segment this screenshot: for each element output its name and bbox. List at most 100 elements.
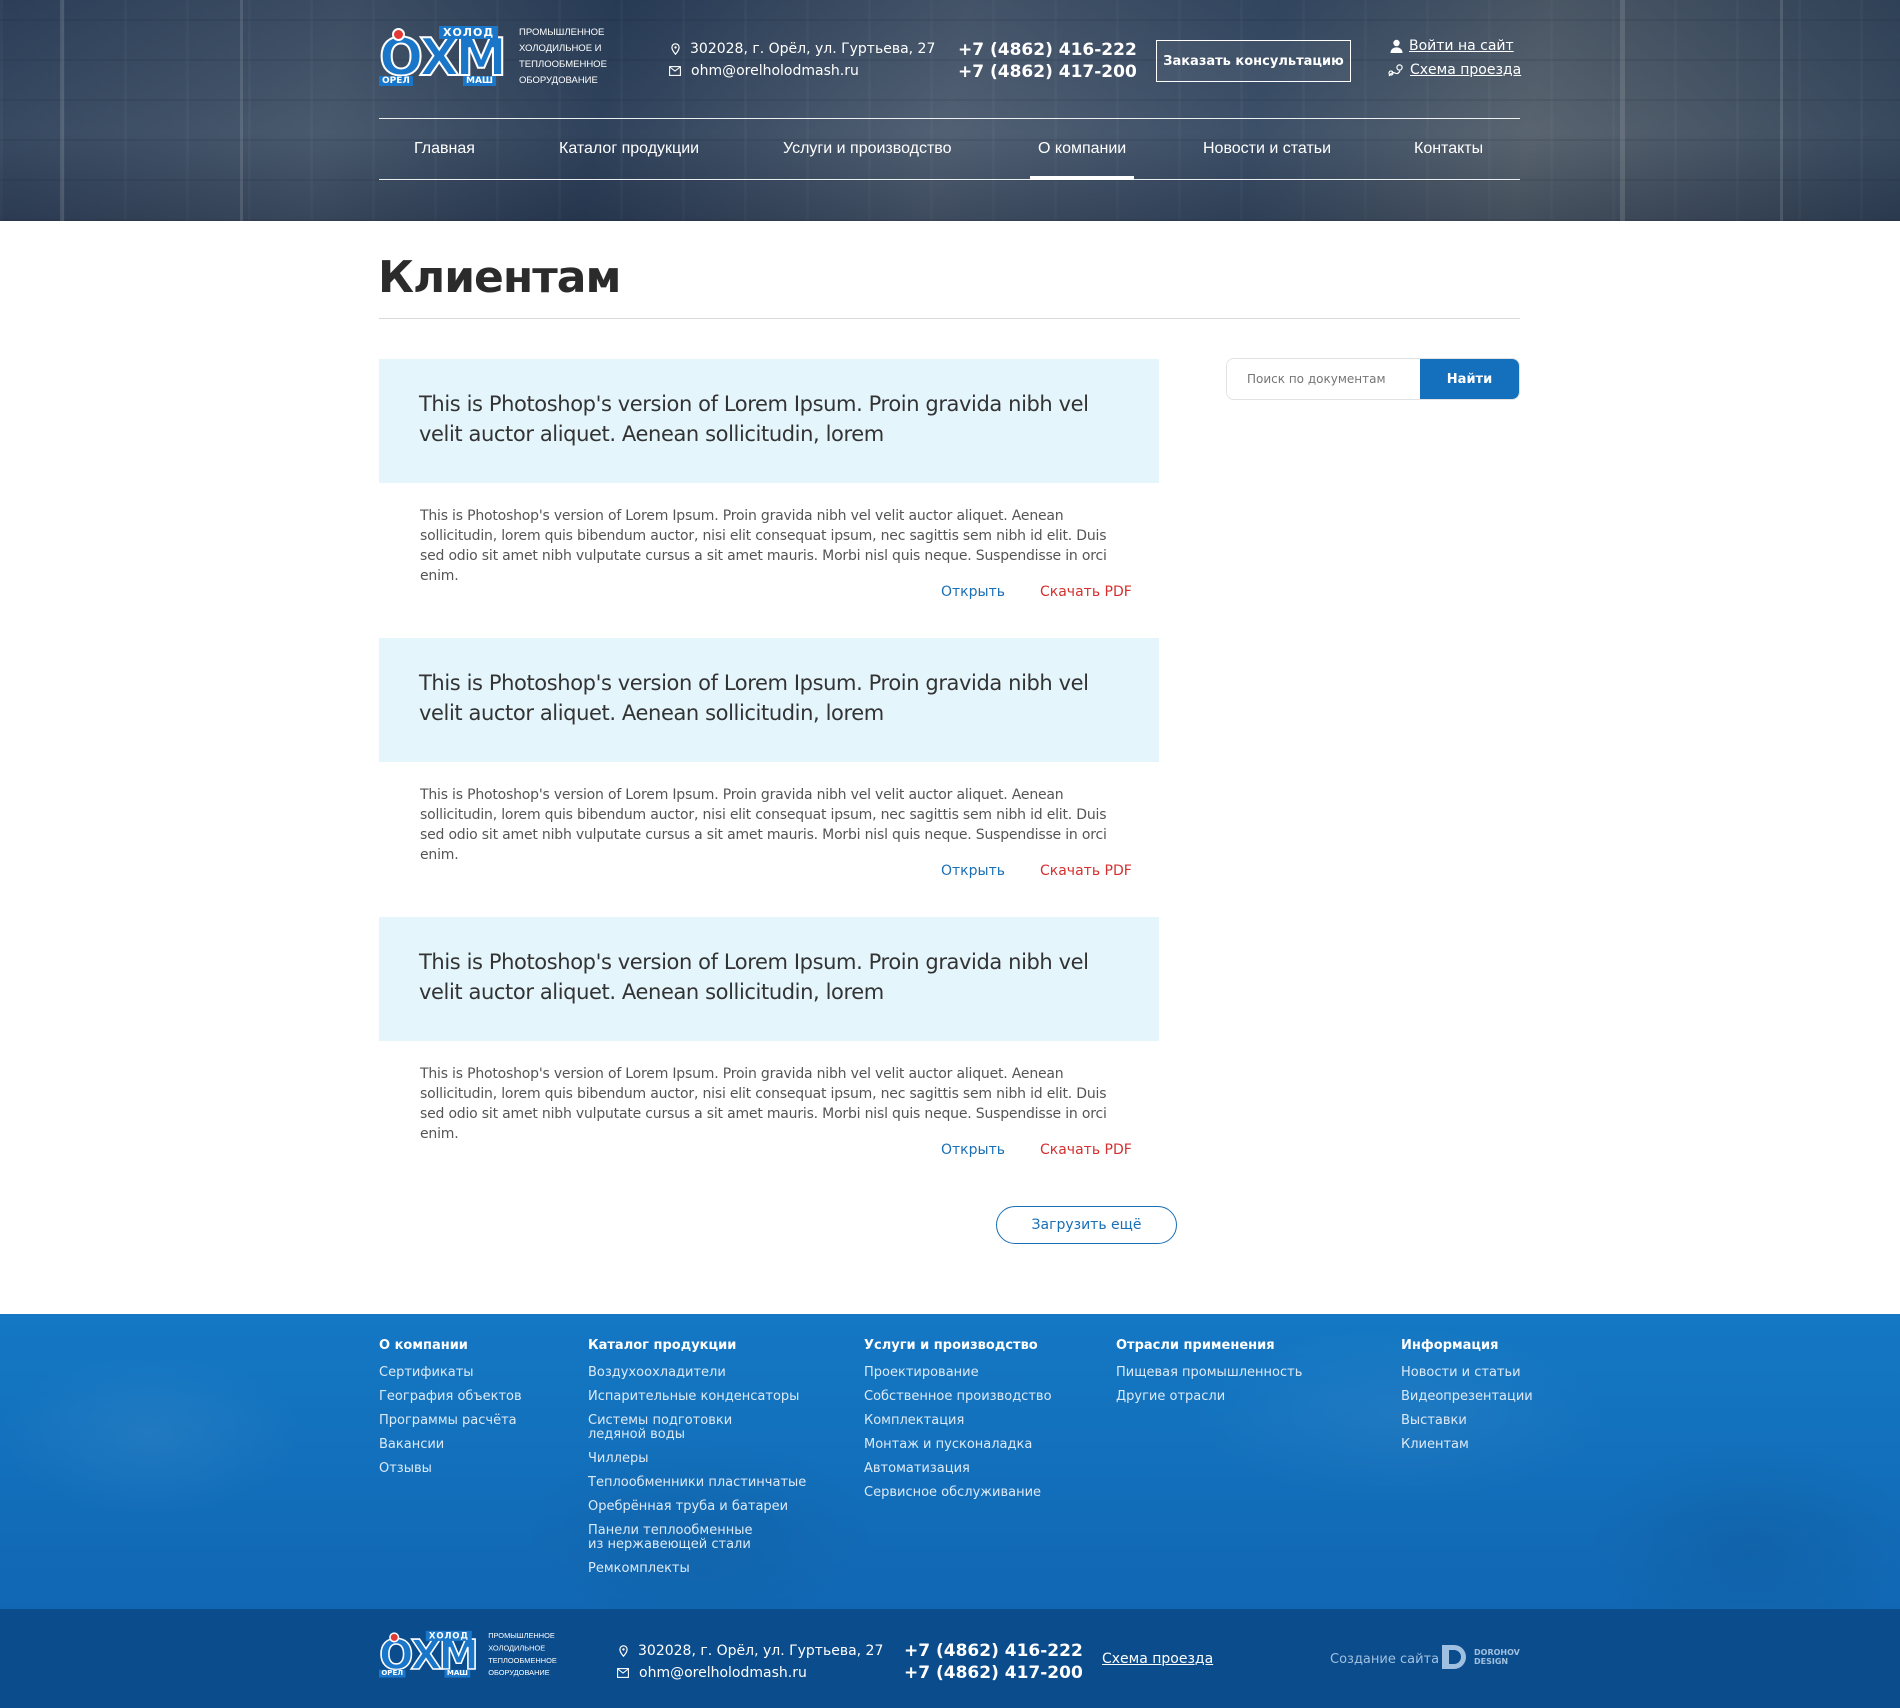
logo-mash: МАШ [444,1669,471,1678]
tagline-line: ТЕПЛООБМЕННОЕ [488,1656,557,1666]
nav-item-news[interactable]: Новости и статьи [1203,119,1331,179]
footer-link[interactable]: Сервисное обслуживание [864,1486,1052,1500]
mail-icon [617,1668,629,1678]
footer-link[interactable]: Пищевая промышленность [1116,1366,1302,1380]
footer-link[interactable]: Монтаж и пусконаладка [864,1438,1052,1452]
logo-holod: ХОЛОД [425,1630,472,1641]
tagline-line: ОБОРУДОВАНИЕ [488,1669,550,1678]
order-consultation-button[interactable]: Заказать консультацию [1156,40,1351,82]
search-button[interactable]: Найти [1420,359,1519,399]
footer-column-title[interactable]: Отрасли применения [1116,1338,1302,1353]
footer-link[interactable]: Автоматизация [864,1462,1052,1476]
footer-link[interactable]: Проектирование [864,1366,1052,1380]
footer-column-title[interactable]: О компании [379,1338,522,1353]
logo-tagline: ПРОМЫШЛЕННОЕ ХОЛОДИЛЬНОЕ ТЕПЛООБМЕННОЕ О… [488,1630,557,1680]
footer-link[interactable]: Комплектация [864,1414,1052,1428]
nav-item-catalog[interactable]: Каталог продукции [559,119,699,179]
address-text: 302028, г. Орёл, ул. Гуртьева, 27 [638,1643,884,1659]
studio-logo[interactable]: DOROHOV DESIGN [1442,1645,1520,1669]
footer-column-info: Информация Новости и статьи Видеопрезент… [1401,1338,1533,1462]
document-title: This is Photoshop's version of Lorem Ips… [419,392,1089,446]
document-search: Найти [1226,358,1520,400]
document-card-header[interactable]: This is Photoshop's version of Lorem Ips… [379,359,1159,483]
document-open-link[interactable]: Открыть [941,1142,1005,1158]
user-icon [1390,39,1403,53]
document-download-pdf-link[interactable]: Скачать PDF [1040,1142,1132,1158]
login-link[interactable]: Войти на сайт [1390,38,1514,54]
header-email[interactable]: ohm@orelholodmash.ru [669,63,859,79]
tagline-line: ТЕПЛООБМЕННОЕ [519,59,607,70]
footer-column-title[interactable]: Информация [1401,1338,1533,1353]
logo-holod: ХОЛОД [439,26,499,39]
nav-item-services[interactable]: Услуги и производство [783,119,952,179]
scheme-label[interactable]: Схема проезда [1410,62,1521,78]
site-header: ОХМ ХОЛОД ОРЕЛ МАШ ПРОМЫШЛЕННОЕ ХОЛОДИЛЬ… [0,0,1900,221]
footer-link[interactable]: Панели теплообменные из нержавеющей стал… [588,1524,763,1552]
footer-column-industries: Отрасли применения Пищевая промышленност… [1116,1338,1302,1414]
footer-phone-2[interactable]: +7 (4862) 417-200 [904,1663,1083,1683]
site-credit-label: Создание сайта [1330,1652,1440,1667]
footer-link[interactable]: Испарительные конденсаторы [588,1390,808,1404]
document-download-pdf-link[interactable]: Скачать PDF [1040,863,1132,879]
logo-mark: ОХМ ХОЛОД ОРЕЛ МАШ [378,1630,480,1679]
location-pin-icon [619,1645,628,1657]
logo-mash: МАШ [463,76,497,86]
tagline-line: ОБОРУДОВАНИЕ [519,75,598,86]
load-more-button[interactable]: Загрузить ещё [996,1206,1177,1244]
header-phone-1[interactable]: +7 (4862) 416-222 [958,40,1137,60]
logo-orel: ОРЕЛ [379,1669,406,1678]
email-link[interactable]: ohm@orelholodmash.ru [639,1665,807,1681]
footer-link[interactable]: Оребрённая труба и батареи [588,1500,808,1514]
footer-link[interactable]: Новости и статьи [1401,1366,1533,1380]
footer-link[interactable]: Клиентам [1401,1438,1533,1452]
footer-link[interactable]: Видеопрезентации [1401,1390,1533,1404]
page-title: Клиентам [378,252,621,303]
scheme-link[interactable]: Схема проезда [1388,62,1521,78]
document-title: This is Photoshop's version of Lorem Ips… [419,671,1089,725]
footer-link[interactable]: Выставки [1401,1414,1533,1428]
logo-dot [389,1632,400,1643]
login-label[interactable]: Войти на сайт [1409,38,1514,54]
footer-link[interactable]: Собственное производство [864,1390,1052,1404]
footer-link[interactable]: Чиллеры [588,1452,808,1466]
footer-phone-1[interactable]: +7 (4862) 416-222 [904,1641,1083,1661]
background-beam [60,0,64,221]
tagline-line: ПРОМЫШЛЕННОЕ [488,1631,555,1641]
footer-link[interactable]: Системы подготовки ледяной воды [588,1414,788,1442]
tagline-line: ПРОМЫШЛЕННОЕ [519,27,605,38]
document-card-header[interactable]: This is Photoshop's version of Lorem Ips… [379,638,1159,762]
footer-link[interactable]: Программы расчёта [379,1414,522,1428]
email-link[interactable]: ohm@orelholodmash.ru [691,63,859,79]
footer-link[interactable]: Ремкомплекты [588,1562,808,1576]
tagline-line: ХОЛОДИЛЬНОЕ И [519,43,602,54]
footer-link[interactable]: Другие отрасли [1116,1390,1302,1404]
nav-item-about[interactable]: О компании [1029,119,1135,180]
studio-name: DOROHOV DESIGN [1474,1648,1520,1666]
document-open-link[interactable]: Открыть [941,863,1005,879]
main-nav: Главная Каталог продукции Услуги и произ… [379,118,1520,180]
document-open-link[interactable]: Открыть [941,584,1005,600]
header-logo[interactable]: ОХМ ХОЛОД ОРЕЛ МАШ ПРОМЫШЛЕННОЕ ХОЛОДИЛЬ… [378,25,607,89]
document-card-header[interactable]: This is Photoshop's version of Lorem Ips… [379,917,1159,1041]
header-address: 302028, г. Орёл, ул. Гуртьева, 27 [671,41,935,57]
footer-email[interactable]: ohm@orelholodmash.ru [617,1665,807,1681]
nav-item-contacts[interactable]: Контакты [1414,119,1483,179]
footer-link[interactable]: Вакансии [379,1438,522,1452]
title-divider [379,318,1520,319]
footer-scheme-link[interactable]: Схема проезда [1102,1651,1213,1667]
footer-column-title[interactable]: Услуги и производство [864,1338,1052,1353]
nav-item-home[interactable]: Главная [414,119,475,179]
footer-link[interactable]: География объектов [379,1390,522,1404]
logo-dot [392,28,405,41]
footer-link[interactable]: Воздухоохладители [588,1366,808,1380]
background-beam [1620,0,1625,221]
footer-link[interactable]: Сертификаты [379,1366,522,1380]
search-input[interactable] [1227,359,1420,399]
footer-column-title[interactable]: Каталог продукции [588,1338,808,1353]
header-phone-2[interactable]: +7 (4862) 417-200 [958,62,1137,82]
document-download-pdf-link[interactable]: Скачать PDF [1040,584,1132,600]
footer-logo[interactable]: ОХМ ХОЛОД ОРЕЛ МАШ ПРОМЫШЛЕННОЕ ХОЛОДИЛЬ… [378,1630,557,1680]
mail-icon [669,66,681,76]
footer-link[interactable]: Отзывы [379,1462,522,1476]
footer-link[interactable]: Теплообменники пластинчатые [588,1476,808,1490]
